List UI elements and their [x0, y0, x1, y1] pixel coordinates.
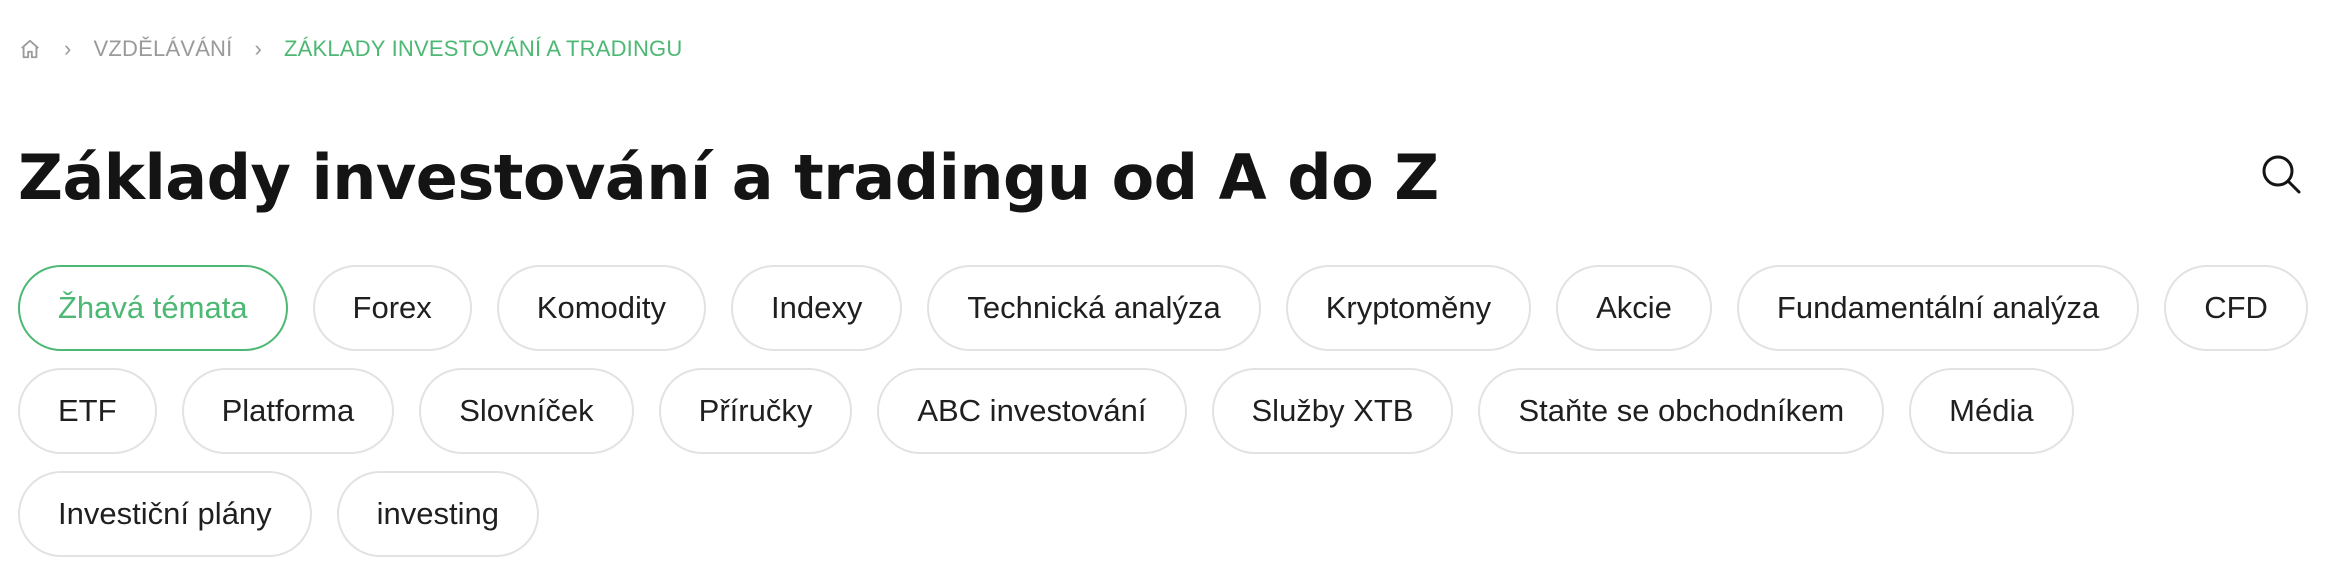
- topic-tag[interactable]: Indexy: [731, 265, 903, 351]
- topic-tag[interactable]: Forex: [312, 265, 472, 351]
- topic-tag[interactable]: Služby XTB: [1211, 368, 1454, 454]
- topic-tag[interactable]: Fundamentální analýza: [1736, 265, 2140, 351]
- chevron-right-icon: ›: [254, 36, 262, 61]
- topic-tag[interactable]: Technická analýza: [927, 265, 1261, 351]
- breadcrumb-item-vzdelavani[interactable]: VZDĚLÁVÁNÍ: [94, 36, 233, 62]
- topic-tag[interactable]: Žhavá témata: [18, 265, 288, 351]
- topic-tag[interactable]: ETF: [18, 368, 157, 454]
- breadcrumb-item-current: ZÁKLADY INVESTOVÁNÍ A TRADINGU: [284, 36, 683, 61]
- breadcrumb: › VZDĚLÁVÁNÍ › ZÁKLADY INVESTOVÁNÍ A TRA…: [18, 34, 682, 64]
- topic-tag[interactable]: ABC investování: [877, 368, 1187, 454]
- search-button[interactable]: [2257, 152, 2305, 200]
- topic-tag[interactable]: CFD: [2164, 265, 2308, 351]
- topic-tag[interactable]: Platforma: [181, 368, 395, 454]
- topic-tag[interactable]: Investiční plány: [18, 471, 312, 557]
- topic-tag[interactable]: Akcie: [1556, 265, 1712, 351]
- topic-tag[interactable]: Kryptoměny: [1285, 265, 1532, 351]
- home-icon[interactable]: [18, 37, 42, 61]
- topic-tag[interactable]: investing: [336, 471, 540, 557]
- topic-tag[interactable]: Staňte se obchodníkem: [1478, 368, 1885, 454]
- topic-tag-list: Žhavá témata Forex Komodity Indexy Technická…: [18, 265, 2308, 557]
- chevron-right-icon: ›: [64, 36, 72, 61]
- topic-tag[interactable]: Média: [1909, 368, 2074, 454]
- page: › VZDĚLÁVÁNÍ › ZÁKLADY INVESTOVÁNÍ A TRA…: [0, 0, 2325, 575]
- page-title: Základy investování a tradingu od A do Z: [18, 141, 1439, 214]
- topic-tag[interactable]: Komodity: [496, 265, 707, 351]
- topic-tag[interactable]: Příručky: [658, 368, 853, 454]
- search-icon: [2260, 153, 2302, 200]
- topic-tag[interactable]: Slovníček: [419, 368, 634, 454]
